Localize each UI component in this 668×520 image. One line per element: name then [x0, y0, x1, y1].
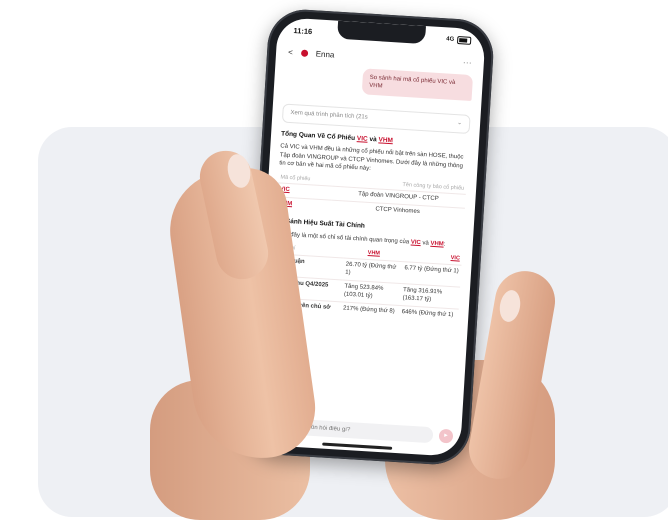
chevron-down-icon: ⌄ [456, 120, 463, 127]
status-time: 11:16 [293, 25, 313, 36]
bot-avatar-icon [300, 48, 309, 57]
user-message-bubble: So sánh hai mã cổ phiếu VIC và VHM [361, 68, 474, 102]
chat-title: Enna [315, 48, 335, 60]
menu-icon[interactable]: ⋯ [462, 57, 473, 69]
analysis-toggle-label: Xem quá trình phân tích (21s [290, 109, 368, 121]
signal-icon: 4G [446, 36, 455, 43]
company-table: Mã cổ phiếu Tên công ty bảo cổ phiếu VIC… [276, 172, 467, 221]
back-icon[interactable]: < [288, 47, 293, 56]
send-icon[interactable]: ▸ [438, 428, 454, 444]
battery-icon [456, 36, 472, 45]
home-indicator [322, 442, 393, 450]
status-icons: 4G [446, 35, 472, 45]
analysis-toggle[interactable]: Xem quá trình phân tích (21s ⌄ [281, 103, 471, 134]
